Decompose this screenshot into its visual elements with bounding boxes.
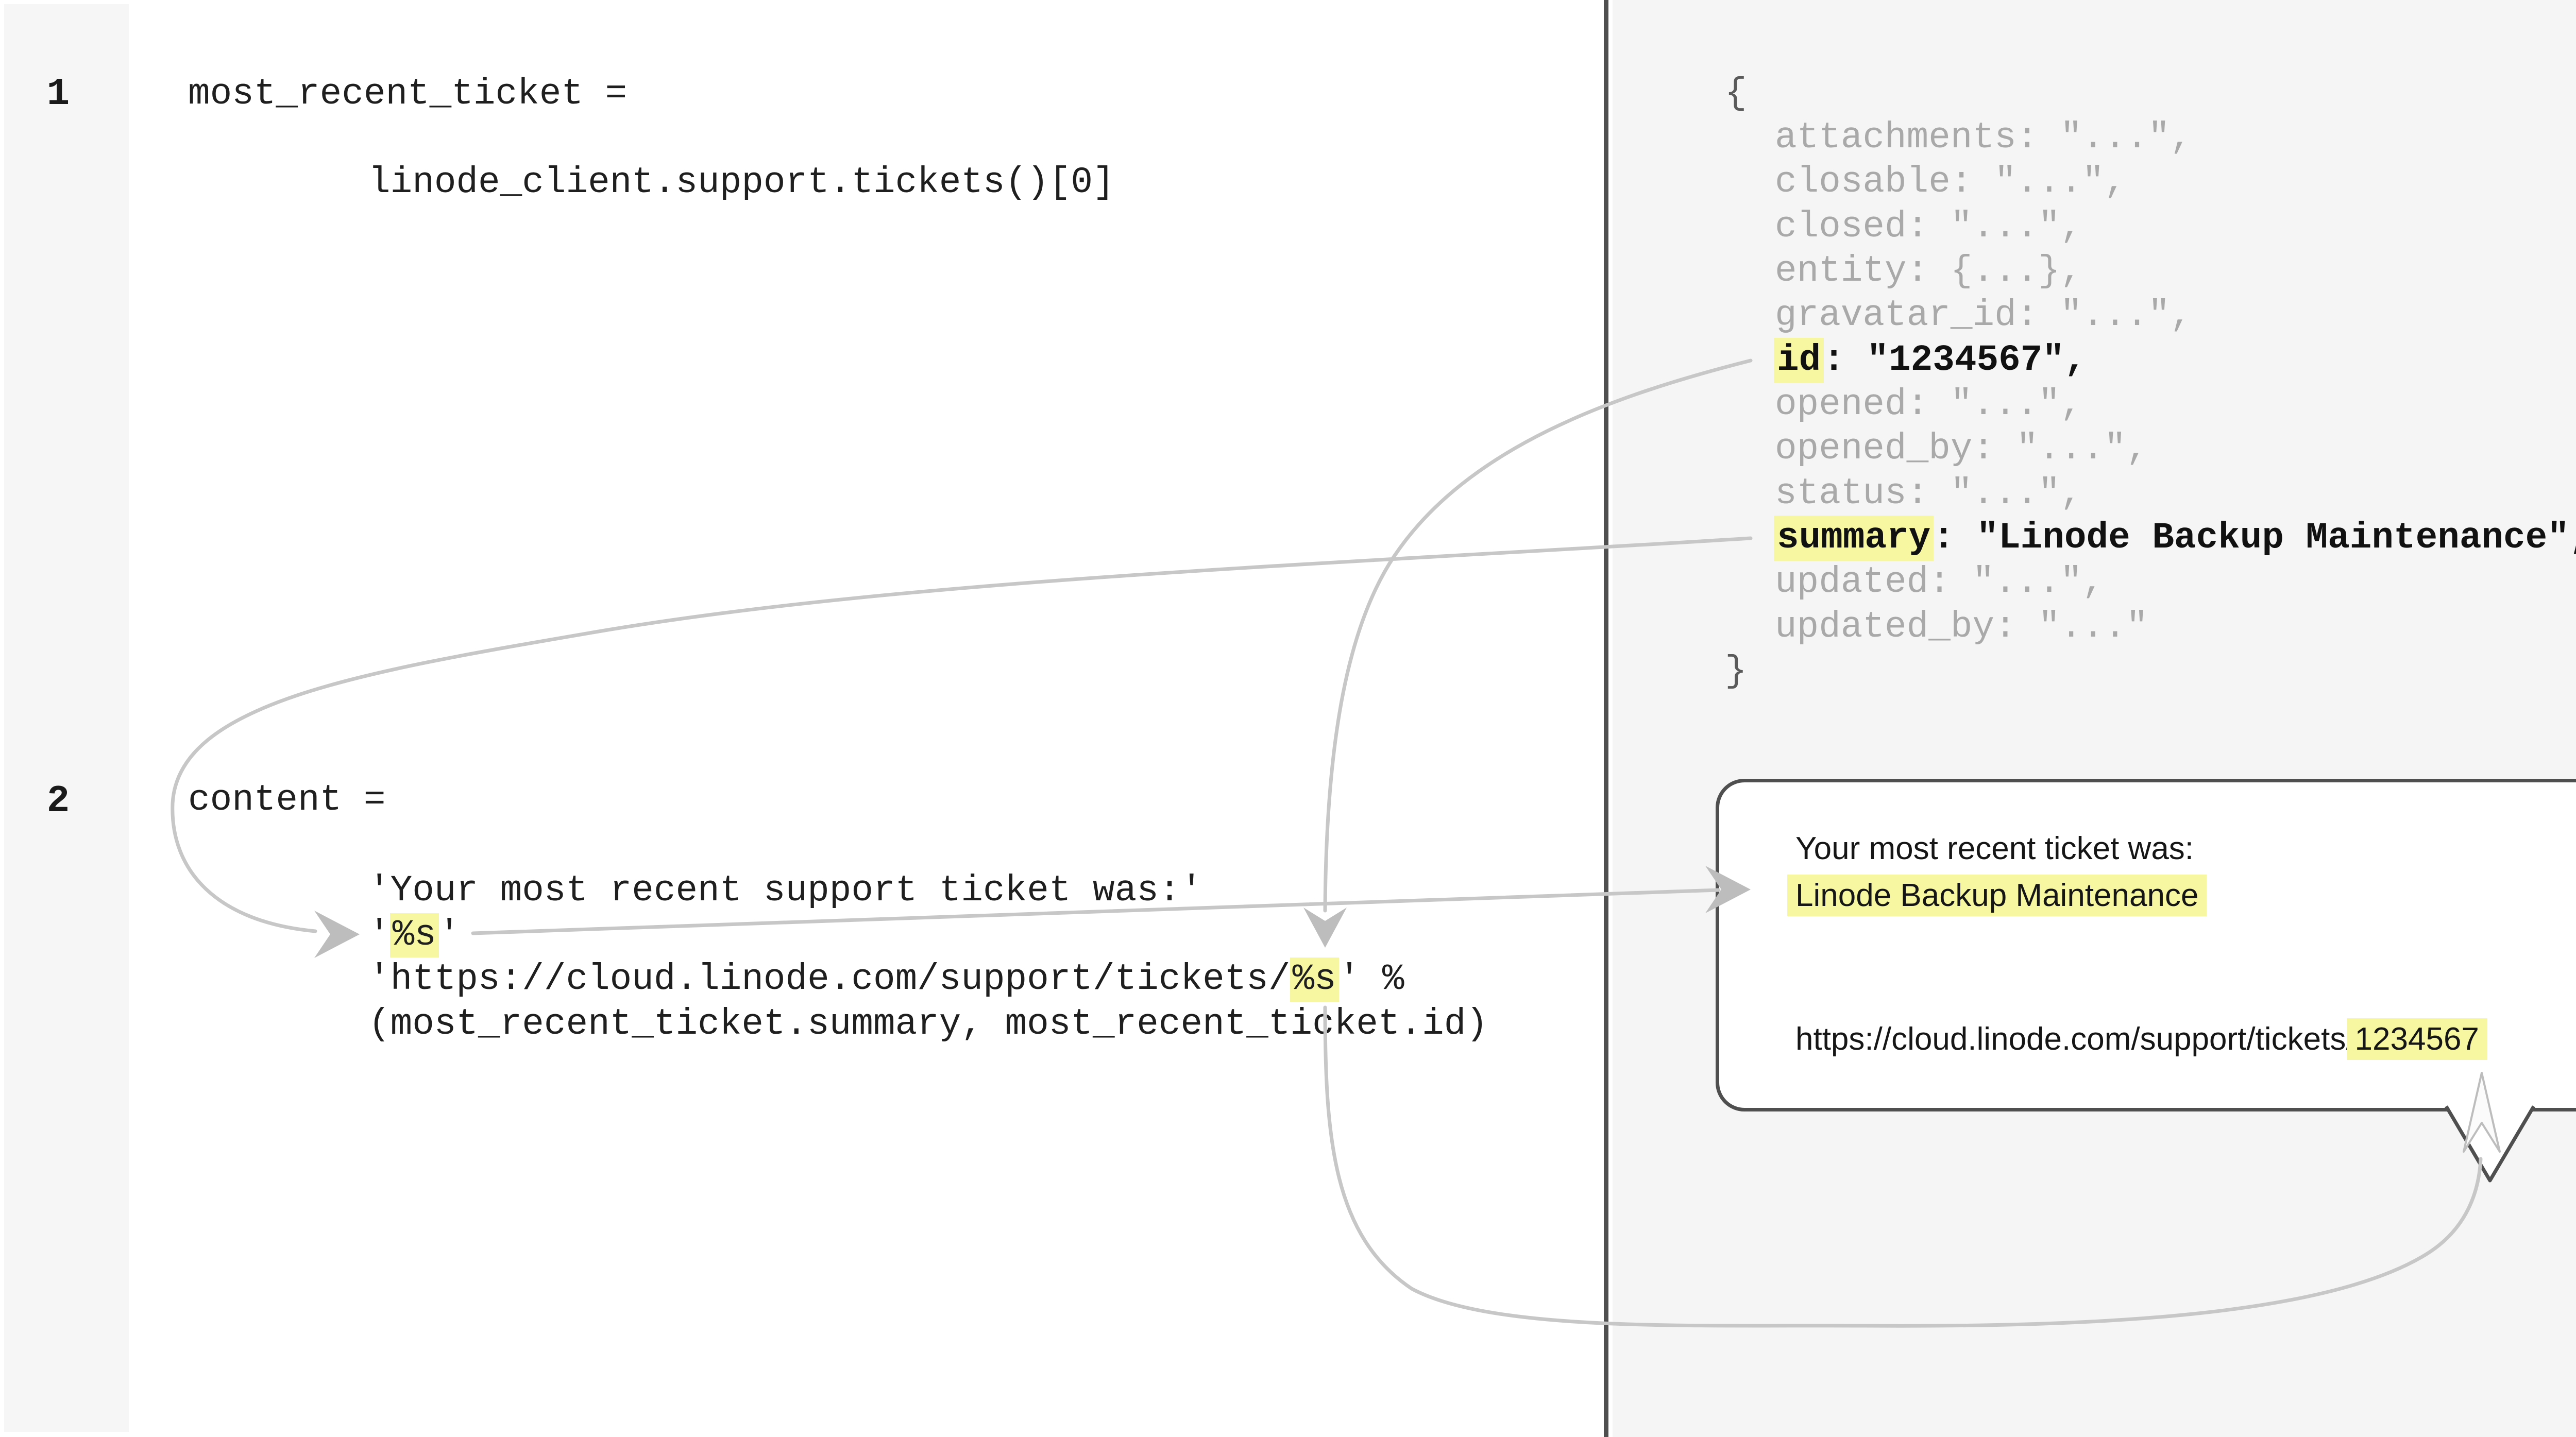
code-line1-assignment: most_recent_ticket = (188, 72, 627, 117)
code-args: (most_recent_ticket.summary, most_recent… (368, 1002, 1488, 1047)
code-string-3: 'https://cloud.linode.com/support/ticket… (368, 957, 1404, 1002)
json-open-brace: { (1725, 72, 1747, 116)
code-line1-value: linode_client.support.tickets()[0] (368, 160, 1115, 206)
bubble-url-line: https://cloud.linode.com/support/tickets… (1795, 1017, 2479, 1062)
highlight-id-key: id (1774, 338, 1824, 383)
json-field-closable: closable: "...", (1775, 160, 2126, 204)
bubble-summary-line: Linode Backup Maintenance (1795, 874, 2198, 918)
highlight-summary-key: summary (1774, 516, 1934, 561)
rendered-url-prefix: https://cloud.linode.com/support/tickets… (1795, 1021, 2355, 1057)
quote: ' (368, 915, 391, 956)
json-field-opened: opened: "...", (1775, 383, 2082, 427)
json-field-summary-value: : "Linode Backup Maintenance", (1933, 518, 2576, 559)
vertical-divider (1604, 0, 1608, 1437)
highlight-rendered-summary: Linode Backup Maintenance (1787, 875, 2207, 916)
line-number-gutter (4, 4, 129, 1432)
json-field-gravatar-id: gravatar_id: "...", (1775, 294, 2192, 338)
line-number-1: 1 (4, 72, 112, 117)
json-field-id-value: : "1234567", (1823, 340, 2086, 381)
output-panel-background (1613, 0, 2576, 1437)
json-field-updated: updated: "...", (1775, 560, 2104, 605)
format-operator: ' % (1338, 959, 1404, 1000)
bubble-intro-text: Your most recent ticket was: (1795, 827, 2194, 871)
quote: ' (438, 915, 461, 956)
highlight-placeholder-summary: %s (390, 913, 439, 957)
highlight-placeholder-id: %s (1290, 957, 1339, 1002)
right-arrowhead-icon (314, 911, 360, 958)
code-string-1: 'Your most recent support ticket was:' (368, 868, 1202, 914)
json-field-opened-by: opened_by: "...", (1775, 427, 2148, 471)
json-field-summary: summary: "Linode Backup Maintenance", (1775, 516, 2576, 560)
url-string: 'https://cloud.linode.com/support/ticket… (368, 959, 1291, 1000)
json-close-brace: } (1725, 649, 1747, 694)
code-string-2: '%s' (368, 913, 460, 958)
line-number-2: 2 (4, 779, 112, 824)
down-arrowhead-icon (1303, 908, 1347, 948)
json-field-updated-by: updated_by: "..." (1775, 605, 2148, 649)
highlight-rendered-id: 1234567 (2347, 1018, 2487, 1060)
json-field-closed: closed: "...", (1775, 205, 2082, 249)
json-field-status: status: "...", (1775, 472, 2082, 516)
json-field-attachments: attachments: "...", (1775, 116, 2192, 160)
code-line2-assignment: content = (188, 778, 385, 823)
json-field-entity: entity: {...}, (1775, 249, 2082, 294)
json-field-id: id: "1234567", (1775, 338, 2087, 383)
